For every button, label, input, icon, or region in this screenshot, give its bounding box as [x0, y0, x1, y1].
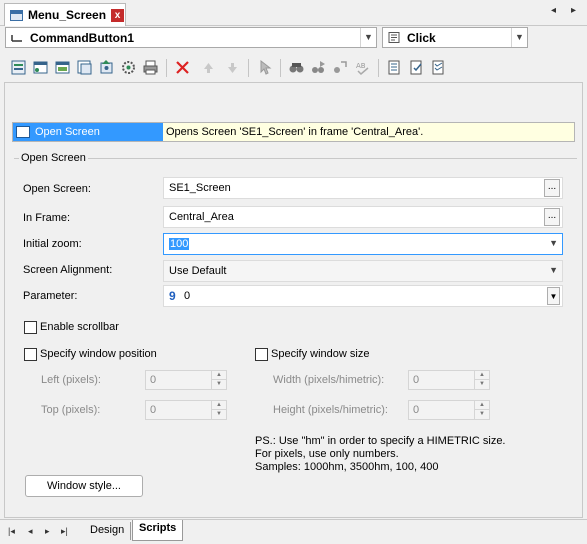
initial-zoom-combo[interactable]: 100 ▼ [163, 233, 563, 255]
insert-icon[interactable] [10, 59, 27, 76]
help-text-line-3: Samples: 1000hm, 3500hm, 100, 400 [255, 461, 439, 473]
event-selector[interactable]: Click ▼ [382, 27, 528, 48]
height-label: Height (pixels/himetric): [273, 404, 388, 416]
move-down-icon[interactable] [224, 59, 241, 76]
object-selector[interactable]: CommandButton1 ▼ [5, 27, 377, 48]
screen-alignment-combo[interactable]: Use Default ▼ [163, 260, 563, 282]
document-tab-menu-screen[interactable]: Menu_Screen x [4, 3, 126, 26]
spin-down-icon[interactable]: ▼ [212, 410, 226, 419]
comment-icon[interactable] [386, 59, 403, 76]
cursor-icon[interactable] [256, 59, 273, 76]
height-value: 0 [413, 404, 420, 416]
chevron-down-icon[interactable]: ▼ [547, 287, 560, 305]
parameter-value: 0 [184, 290, 191, 302]
spin-up-icon[interactable]: ▲ [475, 401, 489, 410]
event-selector-value: Click [407, 31, 436, 45]
browse-frame-button[interactable]: ... [544, 208, 560, 226]
chevron-down-icon[interactable]: ▼ [549, 265, 558, 275]
initial-zoom-label: Initial zoom: [23, 238, 82, 250]
chevron-down-icon[interactable]: ▼ [511, 28, 527, 47]
command-button-icon [11, 35, 22, 42]
close-tab-icon[interactable]: x [111, 9, 124, 22]
object-selector-value: CommandButton1 [30, 31, 134, 45]
chevron-down-icon[interactable]: ▼ [360, 28, 376, 47]
width-label: Width (pixels/himetric): [273, 374, 385, 386]
find-next-icon[interactable] [310, 59, 327, 76]
left-spinner[interactable]: 0 ▲ ▼ [145, 370, 227, 390]
initial-zoom-value: 100 [169, 238, 190, 250]
scroll-tabs-left-icon[interactable]: ◂ [551, 5, 556, 16]
open-screen-icon[interactable] [32, 59, 49, 76]
settings-icon[interactable] [120, 59, 137, 76]
screen-document-icon [10, 10, 23, 21]
screen-icon[interactable] [76, 59, 93, 76]
spin-down-icon[interactable]: ▼ [475, 410, 489, 419]
specify-position-label: Specify window position [40, 348, 157, 360]
replace-icon[interactable] [332, 59, 349, 76]
in-frame-field[interactable]: Central_Area ... [163, 206, 563, 228]
specify-size-label: Specify window size [271, 348, 370, 360]
tab-scripts[interactable]: Scripts [132, 520, 184, 541]
spin-up-icon[interactable]: ▲ [212, 401, 226, 410]
parameter-field[interactable]: 9 0 ▼ [163, 285, 563, 307]
document-tab-bar: Menu_Screen x ◂ ▸ [0, 0, 587, 26]
width-spinner[interactable]: 0 ▲ ▼ [408, 370, 490, 390]
spin-up-icon[interactable]: ▲ [475, 371, 489, 380]
command-list-row[interactable]: Open Screen Opens Screen 'SE1_Screen' in… [12, 122, 575, 142]
parameter-label: Parameter: [23, 290, 78, 302]
left-value: 0 [150, 374, 157, 386]
window-style-button[interactable]: Window style... [25, 475, 143, 497]
numeric-type-icon: 9 [169, 289, 176, 303]
screen-alignment-label: Screen Alignment: [23, 264, 113, 276]
enable-scrollbar-checkbox[interactable] [24, 321, 37, 334]
list-icon[interactable] [430, 59, 447, 76]
tab-design[interactable]: Design [84, 522, 132, 540]
spin-up-icon[interactable]: ▲ [212, 371, 226, 380]
help-text-line-2: For pixels, use only numbers. [255, 448, 399, 460]
height-spinner[interactable]: 0 ▲ ▼ [408, 400, 490, 420]
execute-icon[interactable] [98, 59, 115, 76]
scroll-tabs-right-icon[interactable]: ▸ [571, 5, 576, 16]
enable-scrollbar-label: Enable scrollbar [40, 321, 119, 333]
find-icon[interactable] [288, 59, 305, 76]
width-value: 0 [413, 374, 420, 386]
open-screen-field[interactable]: SE1_Screen ... [163, 177, 563, 199]
delete-icon[interactable] [174, 59, 191, 76]
open-screen-command-icon [16, 126, 30, 138]
next-tab-icon[interactable]: ▸ [45, 526, 50, 537]
close-screen-icon[interactable] [54, 59, 71, 76]
open-screen-value: SE1_Screen [169, 182, 231, 194]
command-name: Open Screen [35, 126, 100, 138]
specify-size-checkbox[interactable] [255, 348, 268, 361]
previous-tab-icon[interactable]: ◂ [28, 526, 33, 537]
event-icon [388, 32, 400, 43]
print-icon[interactable] [142, 59, 159, 76]
svg-text:AB: AB [356, 62, 366, 70]
spell-check-icon[interactable]: AB [354, 59, 371, 76]
group-title: Open Screen [19, 152, 88, 164]
chevron-down-icon[interactable]: ▼ [549, 238, 558, 248]
command-list-selected-cell[interactable]: Open Screen [13, 123, 163, 141]
first-tab-icon[interactable]: |◂ [8, 526, 15, 537]
top-spinner[interactable]: 0 ▲ ▼ [145, 400, 227, 420]
spin-down-icon[interactable]: ▼ [475, 380, 489, 389]
in-frame-label: In Frame: [23, 212, 71, 224]
help-text-line-1: PS.: Use "hm" in order to specify a HIME… [255, 435, 506, 447]
open-screen-label: Open Screen: [23, 183, 91, 195]
move-up-icon[interactable] [200, 59, 217, 76]
uncomment-icon[interactable] [408, 59, 425, 76]
script-toolbar: AB [4, 56, 583, 80]
in-frame-value: Central_Area [169, 211, 234, 223]
top-label: Top (pixels): [41, 404, 101, 416]
screen-alignment-value: Use Default [169, 265, 227, 277]
command-description: Opens Screen 'SE1_Screen' in frame 'Cent… [166, 126, 424, 138]
top-value: 0 [150, 404, 157, 416]
spin-down-icon[interactable]: ▼ [212, 380, 226, 389]
left-label: Left (pixels): [41, 374, 101, 386]
document-tab-title: Menu_Screen [28, 8, 107, 22]
browse-screen-button[interactable]: ... [544, 179, 560, 197]
specify-position-checkbox[interactable] [24, 348, 37, 361]
bottom-tab-strip: |◂ ◂ ▸ ▸| Design Scripts [0, 519, 587, 544]
last-tab-icon[interactable]: ▸| [61, 526, 68, 537]
